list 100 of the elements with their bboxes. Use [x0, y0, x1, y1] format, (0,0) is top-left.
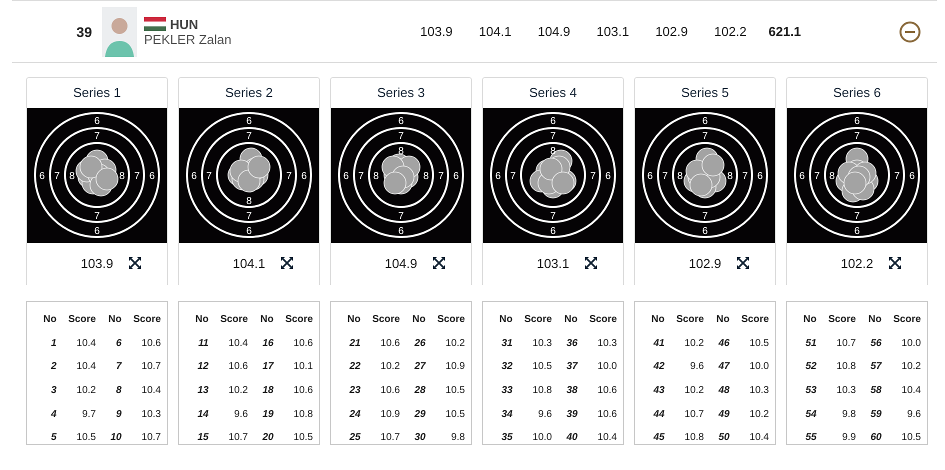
ring-label: 7 [550, 131, 556, 142]
score-cell-text: 10.4 [228, 338, 248, 349]
expand-icon[interactable] [433, 257, 445, 269]
ring-label: 7 [854, 211, 860, 222]
ring-label: 7 [94, 211, 100, 222]
ring-label: 8 [829, 171, 835, 182]
ring-label: 6 [605, 171, 611, 182]
shot-number: 56 [869, 338, 882, 349]
shot-number: 14 [196, 408, 209, 420]
shot-number: 23 [348, 385, 361, 396]
ring-label: 6 [39, 171, 45, 182]
expand-icon[interactable] [129, 257, 141, 269]
ring-label: 6 [301, 171, 307, 182]
score-cell-text: 10.2 [748, 408, 769, 420]
score-cell-text: 10.3 [836, 385, 856, 396]
shot-number: 5 [50, 432, 57, 444]
score-cell-text: 10.0 [900, 338, 921, 349]
shot-number: 8 [115, 385, 122, 396]
shot-number: 33 [500, 385, 513, 396]
series-total: 102.2 [840, 256, 874, 270]
ring-label: 7 [94, 131, 100, 142]
shot-number: 42 [652, 361, 665, 372]
series-title: Series 6 [832, 84, 882, 102]
column-header: No [802, 314, 817, 326]
shot-number: 51 [804, 338, 817, 349]
ring-label: 8 [69, 171, 75, 182]
score-cell-text: 10.6 [380, 338, 400, 349]
shot-number: 12 [196, 361, 209, 372]
shot-number: 44 [652, 408, 665, 420]
ring-label: 7 [550, 211, 556, 222]
collapse-button[interactable] [899, 20, 921, 42]
ring-label: 6 [343, 171, 349, 182]
column-header: Score [892, 314, 921, 326]
score-cell-text: 10.6 [292, 338, 313, 349]
score-cell-text: 10.6 [596, 385, 617, 396]
ring-label: 7 [438, 171, 444, 182]
shot-number: 32 [500, 361, 513, 372]
ring-label: 6 [854, 116, 860, 127]
athlete-avatar [102, 6, 137, 56]
ring-label: 6 [398, 116, 404, 127]
shot-number: 13 [196, 385, 209, 396]
score-cell-text: 10.9 [380, 408, 400, 420]
shot-number: 22 [348, 361, 361, 372]
shot-number: 38 [565, 385, 578, 396]
score-cell-text: 10.7 [684, 408, 704, 420]
column-header: No [42, 314, 57, 326]
shot-number: 55 [804, 432, 817, 444]
series-total: 103.9 [80, 256, 114, 270]
expand-icon[interactable] [889, 257, 901, 269]
ring-label: 6 [191, 171, 197, 182]
score-cell-text: 10.0 [532, 432, 552, 444]
score-cell-text: 10.0 [596, 361, 617, 372]
series-title: Series 5 [680, 84, 730, 102]
ring-label: 6 [398, 226, 404, 237]
series-title: Series 1 [72, 84, 122, 102]
shot-number: 16 [261, 338, 274, 349]
score-cell-text: 10.6 [380, 385, 400, 396]
shot-number: 46 [717, 338, 730, 349]
column-header: No [194, 314, 209, 326]
score-cell-text: 10.5 [444, 408, 465, 420]
score-cell-text: 10.5 [900, 432, 921, 444]
column-header: Score [740, 314, 769, 326]
column-header: Score [523, 314, 552, 326]
score-cell-text: 10.5 [532, 361, 552, 372]
ring-label: 6 [550, 116, 556, 127]
ring-label: 6 [149, 171, 155, 182]
column-header: No [715, 314, 730, 326]
score-cell-text: 10.4 [76, 361, 96, 372]
score-cell-text: 10.7 [140, 361, 161, 372]
shot-number: 40 [565, 432, 578, 444]
score-cell-text: 10.8 [292, 408, 313, 420]
ring-label: 6 [495, 171, 501, 182]
ring-label: 7 [206, 171, 212, 182]
rank-number: 39 [75, 24, 92, 40]
series-score: 104.9 [536, 24, 572, 39]
total-score: 621.1 [768, 24, 802, 39]
score-cell-text: 10.7 [380, 432, 400, 444]
score-cell-text: 10.5 [76, 432, 96, 444]
score-cell-text: 10.4 [140, 385, 161, 396]
ring-label: 6 [246, 226, 252, 237]
score-cell-text: 10.6 [292, 385, 313, 396]
score-cell-text: 10.8 [532, 385, 552, 396]
ring-label: 7 [398, 211, 404, 222]
shot-number: 25 [348, 432, 361, 444]
shot-number: 41 [652, 338, 665, 349]
ring-label: 7 [590, 171, 596, 182]
score-cell-text: 10.7 [140, 432, 161, 444]
shot-cluster-drawing [836, 148, 878, 202]
expand-icon[interactable] [281, 257, 293, 269]
shot-number: 18 [261, 385, 274, 396]
ring-label: 7 [134, 171, 140, 182]
expand-icon[interactable] [737, 257, 749, 269]
ring-label: 7 [742, 171, 748, 182]
score-cell-text: 10.7 [228, 432, 248, 444]
shot-number: 48 [717, 385, 730, 396]
score-cell-text: 10.6 [596, 408, 617, 420]
score-cell-text: 9.8 [841, 408, 856, 420]
expand-icon[interactable] [585, 257, 597, 269]
shot-number: 7 [115, 361, 122, 372]
ring-label: 7 [702, 211, 708, 222]
